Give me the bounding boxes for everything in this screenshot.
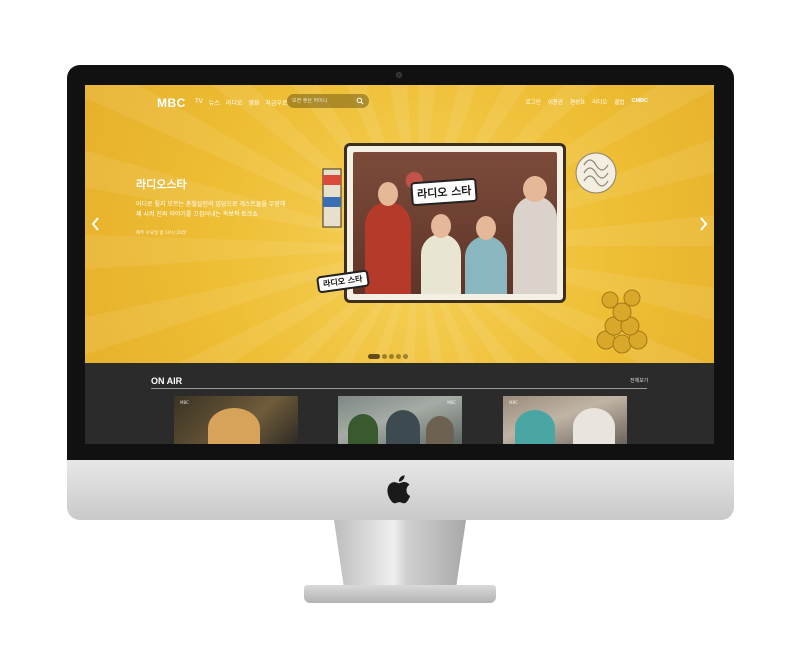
- host-figure-3: [465, 216, 507, 294]
- cmbc-link[interactable]: CMBC: [632, 98, 649, 106]
- channel-tag: MBC: [180, 400, 189, 405]
- thumbnail-figure: [208, 408, 260, 444]
- search-icon[interactable]: [356, 96, 364, 106]
- slide-dot-4[interactable]: [396, 354, 401, 359]
- slide-pagination: [368, 354, 408, 359]
- browser-screen: MBC TV 뉴스 라디오 영화 자금우로 로그인 이용권 편성표 라디오: [85, 85, 714, 444]
- hero-banner: MBC TV 뉴스 라디오 영화 자금우로 로그인 이용권 편성표 라디오: [85, 85, 714, 363]
- main-nav: TV 뉴스 라디오 영화 자금우로: [195, 98, 288, 107]
- onair-thumbnail-2[interactable]: MBC: [338, 396, 462, 444]
- search-input[interactable]: [292, 98, 356, 104]
- slide-dot-2[interactable]: [382, 354, 387, 359]
- onair-view-all-link[interactable]: 전체보기: [630, 377, 648, 384]
- webcam-icon: [396, 72, 402, 78]
- thumbnail-figure: [426, 416, 454, 444]
- hero-title[interactable]: 라디오스타: [136, 176, 187, 192]
- chevron-left-icon[interactable]: [90, 216, 102, 232]
- host-figure-4: [513, 176, 557, 294]
- onair-title: ON AIR: [151, 376, 183, 386]
- thumbnail-figure: [515, 410, 555, 444]
- apple-logo-icon: [387, 475, 411, 504]
- chevron-right-icon[interactable]: [697, 216, 709, 232]
- site-header: MBC TV 뉴스 라디오 영화 자금우로 로그인 이용권 편성표 라디오: [85, 85, 714, 119]
- radio-link[interactable]: 라디오: [592, 98, 607, 106]
- voucher-link[interactable]: 이용권: [548, 98, 563, 106]
- monitor-stand-base: [304, 585, 496, 603]
- host-figure-1: [365, 182, 411, 294]
- thumbnail-figure: [348, 414, 378, 444]
- onair-section: ON AIR 전체보기 MBC MBC MBC: [85, 363, 714, 444]
- search-box: [287, 94, 369, 108]
- schedule-link[interactable]: 편성표: [570, 98, 585, 106]
- hero-description: 어디로 튈지 모르는 촌철살인의 입담으로 게스트들을 무장해제 시켜 진짜 이…: [136, 201, 286, 218]
- utility-nav: 로그인 이용권 편성표 라디오 클립 CMBC: [526, 98, 648, 106]
- slide-dot-3[interactable]: [389, 354, 394, 359]
- clip-link[interactable]: 클립: [614, 98, 624, 106]
- decorative-swirl-icon: [575, 152, 617, 194]
- thumbnail-figure: [573, 408, 615, 444]
- channel-tag: MBC: [447, 400, 456, 405]
- nav-item-movie[interactable]: 영화: [248, 98, 259, 107]
- login-link[interactable]: 로그인: [526, 98, 541, 106]
- host-figure-2: [421, 214, 461, 294]
- monitor-chin: [67, 460, 734, 520]
- nav-item-tv[interactable]: TV: [195, 98, 203, 107]
- nav-item-news[interactable]: 뉴스: [209, 98, 220, 107]
- onair-divider: [151, 388, 647, 389]
- onair-thumbnail-3[interactable]: MBC: [503, 396, 627, 444]
- decorative-swirl-left: [322, 168, 342, 228]
- slide-dot-1[interactable]: [368, 354, 380, 359]
- channel-tag: MBC: [509, 400, 518, 405]
- hero-airtime: 매주 수요일 밤 10시 20분: [136, 231, 187, 236]
- monitor-stand-neck: [334, 520, 466, 592]
- mbc-logo[interactable]: MBC: [157, 96, 186, 110]
- thumbnail-figure: [386, 410, 420, 444]
- show-poster[interactable]: 라디오 스타: [344, 143, 566, 303]
- slide-dot-5[interactable]: [403, 354, 408, 359]
- nav-item-radio[interactable]: 라디오: [226, 98, 243, 107]
- nav-item-extra[interactable]: 자금우로: [265, 98, 287, 107]
- decorative-coins-icon: [596, 289, 648, 354]
- show-poster-image: 라디오 스타: [353, 152, 557, 294]
- show-logo-text: 라디오 스타: [410, 177, 479, 207]
- onair-thumbnail-1[interactable]: MBC: [174, 396, 298, 444]
